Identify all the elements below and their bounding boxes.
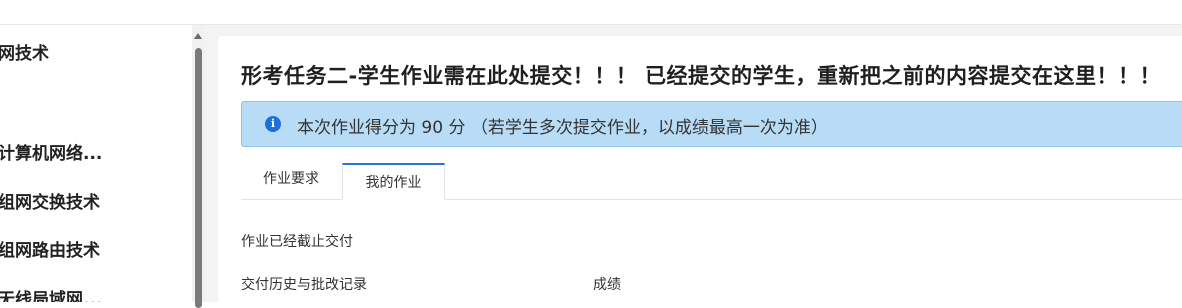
scroll-up-arrow-icon[interactable] [194,33,202,39]
tab-requirements[interactable]: 作业要求 [241,161,341,197]
history-heading: 交付历史与批改记录 [241,277,367,293]
top-bar [0,0,1182,25]
info-icon: i [265,116,281,132]
page-title: 形考任务二-学生作业需在此处提交！！！ 已经提交的学生，重新把之前的内容提交在这… [241,64,1162,88]
assignment-tabs: 作业要求 我的作业 [241,163,1182,200]
sidebar-item[interactable]: 计算机网络... [0,139,102,164]
score-alert: i 本次作业得分为 90 分 （若学生多次提交作业，以成绩最高一次为准） [241,101,1182,147]
submission-status: 作业已经截止交付 [241,234,353,250]
sidebar-item[interactable]: 组网交换技术 [0,188,100,213]
sidebar-item[interactable]: 组网路由技术 [0,236,100,261]
alert-text: 本次作业得分为 90 分 （若学生多次提交作业，以成绩最高一次为准） [297,118,828,138]
tab-my-work[interactable]: 我的作业 [342,163,445,200]
assignment-panel: 形考任务二-学生作业需在此处提交！！！ 已经提交的学生，重新把之前的内容提交在这… [218,36,1182,302]
sidebar-item[interactable]: 无线局域网... [0,285,102,302]
sidebar-scrollbar[interactable] [192,25,205,308]
course-sidebar: 网技术 计算机网络... 组网交换技术 组网路由技术 无线局域网... [0,25,192,302]
scroll-thumb[interactable] [195,48,202,308]
grade-heading: 成绩 [593,277,621,293]
sidebar-item[interactable]: 网技术 [0,39,49,64]
